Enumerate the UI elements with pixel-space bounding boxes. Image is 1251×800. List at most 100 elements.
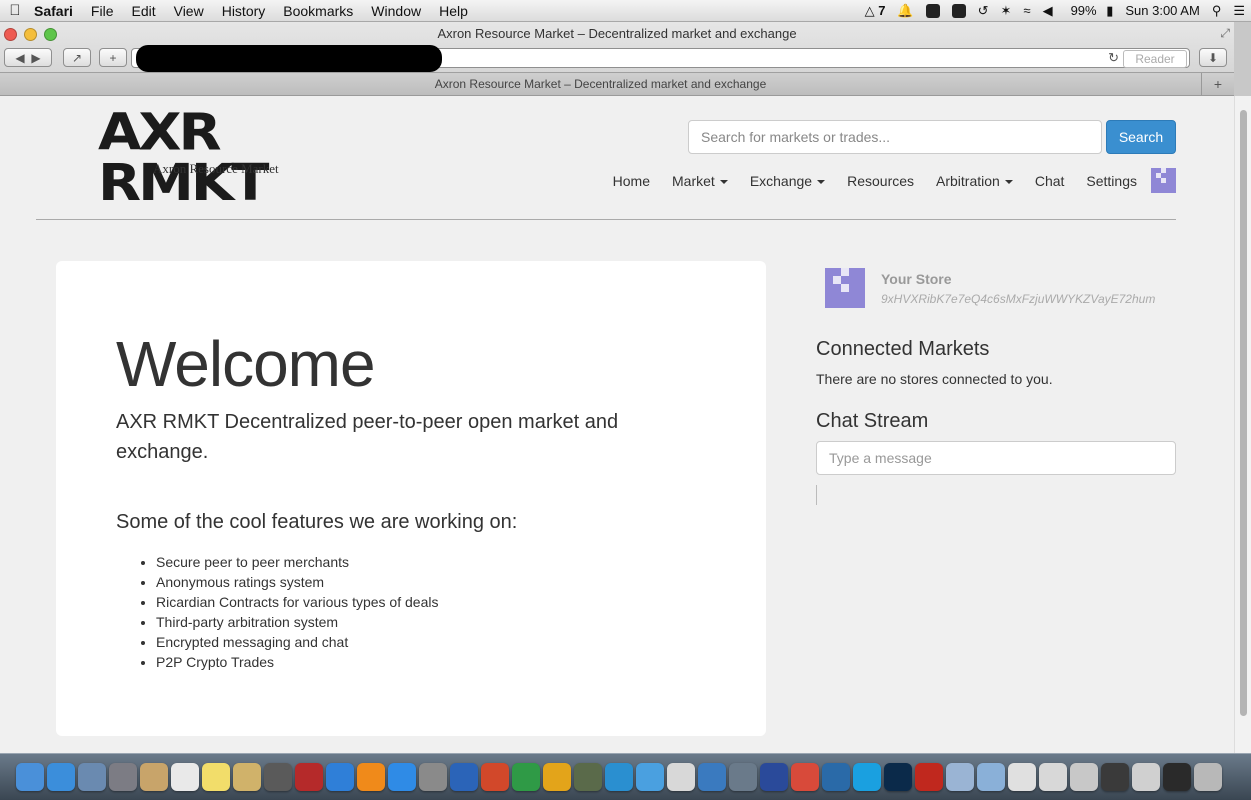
share-button[interactable]: ↗ (63, 48, 91, 67)
menu-help[interactable]: Help (430, 3, 477, 19)
menu-file[interactable]: File (82, 3, 123, 19)
menu-history[interactable]: History (213, 3, 275, 19)
screenshot-stack-icon[interactable] (1070, 763, 1098, 791)
outlook-icon[interactable] (543, 763, 571, 791)
excel-icon[interactable] (512, 763, 540, 791)
active-tab[interactable]: Axron Resource Market – Decentralized ma… (0, 77, 1201, 91)
crystal-icon[interactable] (667, 763, 695, 791)
menu-edit[interactable]: Edit (122, 3, 164, 19)
battery-percent: 99% (1070, 2, 1097, 18)
nav-resources[interactable]: Resources (836, 173, 925, 189)
terminal-stack-icon[interactable] (1163, 763, 1191, 791)
nav-market[interactable]: Market (661, 173, 739, 189)
address-bar[interactable]: ↻ Reader (131, 45, 1190, 72)
add-bookmark-button[interactable]: + (99, 48, 127, 67)
menu-view[interactable]: View (165, 3, 213, 19)
ibooks-icon[interactable] (357, 763, 385, 791)
nav-market-label: Market (672, 172, 715, 189)
nav-home[interactable]: Home (602, 173, 661, 189)
document-stack-icon[interactable] (1039, 763, 1067, 791)
skype-icon[interactable] (853, 763, 881, 791)
share-icon: ↗ (71, 50, 83, 65)
c-app-icon[interactable] (605, 763, 633, 791)
thunderbird-icon[interactable] (822, 763, 850, 791)
list-item: P2P Crypto Trades (156, 652, 438, 672)
dropbox-icon[interactable] (946, 3, 972, 19)
nav-chat[interactable]: Chat (1024, 173, 1076, 189)
user-avatar-icon[interactable] (1151, 168, 1176, 193)
notification-icon[interactable]: 🔔 (891, 3, 919, 19)
store-title[interactable]: Your Store (881, 271, 952, 287)
fullscreen-icon[interactable]: ⤢ (1220, 26, 1230, 41)
powerpoint-icon[interactable] (481, 763, 509, 791)
bluetooth-icon[interactable]: ✶ (995, 3, 1018, 19)
messenger-icon[interactable] (636, 763, 664, 791)
image-viewer-icon[interactable] (233, 763, 261, 791)
nav-settings[interactable]: Settings (1075, 173, 1148, 189)
apple-menu-icon[interactable]:  (0, 2, 30, 19)
evernote-icon[interactable] (920, 3, 946, 19)
chat-message-input[interactable] (816, 441, 1176, 475)
rocket-icon[interactable] (109, 763, 137, 791)
itunes-icon[interactable] (326, 763, 354, 791)
web-page: AXR RMKT Axron Resource Market Search Ho… (0, 96, 1234, 753)
calendar-icon[interactable] (171, 763, 199, 791)
globe-icon[interactable] (698, 763, 726, 791)
nav-arbitration-label: Arbitration (936, 172, 1000, 189)
redacted-url (136, 45, 442, 72)
search-button[interactable]: Search (1106, 120, 1176, 154)
nav-arbitration[interactable]: Arbitration (925, 173, 1024, 189)
photoshop-icon[interactable] (884, 763, 912, 791)
nav-exchange[interactable]: Exchange (739, 173, 836, 189)
volume-icon[interactable]: ◀ (1037, 3, 1059, 19)
clock[interactable]: Sun 3:00 AM (1119, 3, 1205, 18)
store-avatar-icon[interactable] (825, 268, 865, 308)
wifi-icon[interactable]: ≈ (1017, 3, 1036, 18)
finder-icon[interactable] (16, 763, 44, 791)
file-stack-icon[interactable] (1132, 763, 1160, 791)
applications-folder-icon[interactable] (977, 763, 1005, 791)
menu-safari[interactable]: Safari (30, 3, 82, 19)
word-icon[interactable] (450, 763, 478, 791)
facetime-icon[interactable] (264, 763, 292, 791)
back-arrow-icon[interactable]: ◀ (15, 51, 24, 65)
star-icon[interactable] (760, 763, 788, 791)
battery-status[interactable]: 99% ▮ (1059, 3, 1120, 19)
trash-icon[interactable] (1194, 763, 1222, 791)
page-scrollbar[interactable] (1234, 96, 1251, 753)
reader-button[interactable]: Reader (1123, 50, 1187, 68)
wrench-icon[interactable] (729, 763, 757, 791)
folder-icon[interactable] (946, 763, 974, 791)
preview-icon[interactable] (78, 763, 106, 791)
header-divider (36, 219, 1176, 220)
photo-booth-icon[interactable] (295, 763, 323, 791)
scrollbar-thumb[interactable] (1240, 110, 1247, 716)
safari-icon[interactable] (47, 763, 75, 791)
address-book-icon[interactable] (140, 763, 168, 791)
filezilla-icon[interactable] (915, 763, 943, 791)
reload-icon[interactable]: ↻ (1108, 50, 1119, 66)
time-machine-icon[interactable]: ↺ (972, 3, 995, 19)
chrome-icon[interactable] (791, 763, 819, 791)
utility-icon[interactable] (419, 763, 447, 791)
forward-arrow-icon[interactable]: ▶ (31, 51, 40, 65)
downloads-button[interactable]: ⬇ (1199, 48, 1227, 67)
site-logo[interactable]: AXR RMKT Axron Resource Market (98, 108, 358, 209)
market-search-input[interactable] (688, 120, 1102, 154)
notes-icon[interactable] (202, 763, 230, 791)
menu-bookmarks[interactable]: Bookmarks (274, 3, 362, 19)
caret-down-icon (719, 179, 728, 184)
new-tab-button[interactable]: + (1201, 73, 1234, 95)
camera-icon[interactable] (574, 763, 602, 791)
caret-down-icon (1004, 179, 1013, 184)
window-stack-icon[interactable] (1101, 763, 1129, 791)
adobe-status-icon[interactable]: △ 7 (859, 3, 892, 19)
menu-window[interactable]: Window (362, 3, 430, 19)
list-item: Encrypted messaging and chat (156, 632, 438, 652)
downloads-stack-icon[interactable] (1008, 763, 1036, 791)
app-store-icon[interactable] (388, 763, 416, 791)
spotlight-icon[interactable]: ⚲ (1206, 3, 1228, 19)
notification-center-icon[interactable]: ☰ (1227, 3, 1251, 19)
back-forward-buttons[interactable]: ◀ ▶ (4, 48, 52, 67)
window-title: Axron Resource Market – Decentralized ma… (437, 26, 797, 41)
